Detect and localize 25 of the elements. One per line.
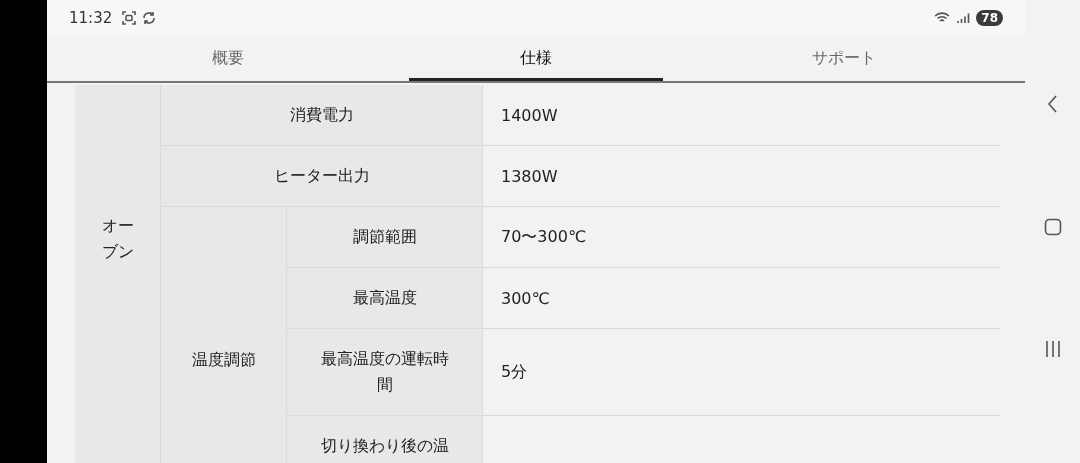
spec-label: 消費電力 (161, 85, 482, 145)
tab[interactable]: 概要 (47, 35, 409, 81)
spec-value: 70〜300℃ (483, 207, 1000, 267)
back-icon (1045, 94, 1060, 114)
spec-value: 300℃ (483, 268, 1000, 328)
wifi-icon (934, 11, 951, 24)
tab[interactable]: 仕様 (408, 35, 664, 81)
signal-icon (956, 11, 971, 24)
battery-level: 78 (976, 9, 1003, 26)
sync-icon (142, 10, 157, 25)
spec-label: ヒーター出力 (161, 146, 482, 206)
screenshot-icon (122, 10, 137, 25)
spec-value: 1380W (483, 146, 1000, 206)
home-icon (1043, 218, 1062, 236)
spec-label: 最高温度 (287, 268, 482, 328)
status-time: 11:32 (69, 8, 113, 27)
spec-label: 調節範囲 (287, 207, 482, 267)
spec-label: 最高温度の運転時間 (287, 329, 482, 415)
tab[interactable]: サポート (663, 35, 1025, 81)
spec-label: 切り換わり後の温 (287, 416, 482, 463)
spec-value: 5分 (483, 329, 1000, 415)
spec-group-label: 温度調節 (161, 207, 286, 463)
spec-category: オーブン (75, 85, 160, 463)
spec-value: 1400W (483, 85, 1000, 145)
recent-apps-icon (1043, 340, 1062, 358)
